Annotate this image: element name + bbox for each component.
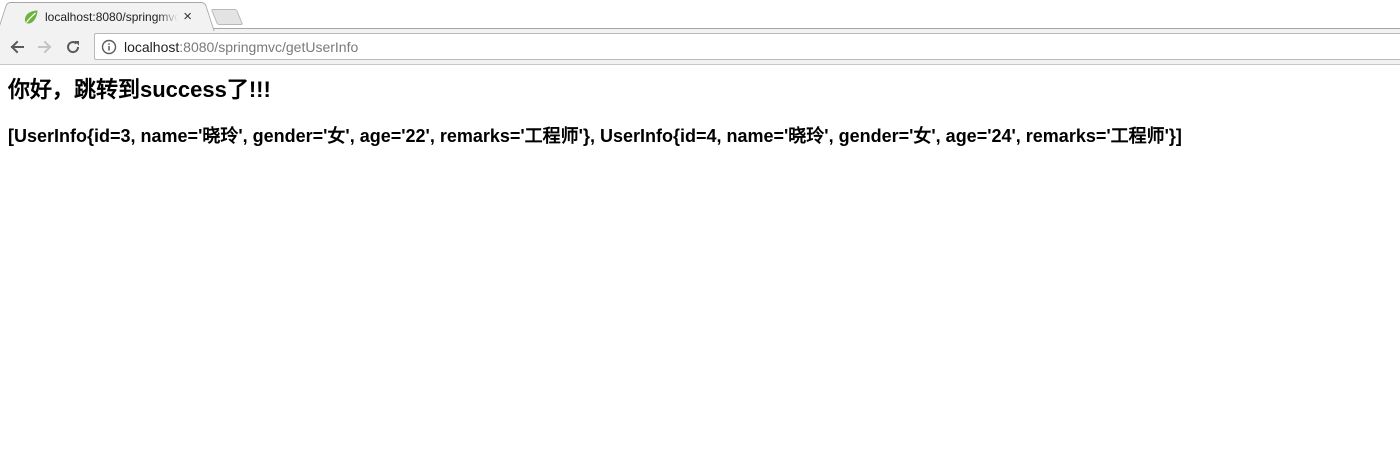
page-heading: 你好，跳转到success了!!! [8,77,271,102]
info-icon[interactable] [101,39,117,55]
forward-arrow-icon [38,40,52,53]
tab-title: localhost:8080/springmvc/getUserInfo [45,9,179,24]
reload-button[interactable] [60,34,86,60]
url-text[interactable]: localhost:8080/springmvc/getUserInfo [124,39,358,55]
user-info-list: [UserInfo{id=3, name='晓玲', gender='女', a… [8,126,1182,146]
new-tab-button[interactable] [210,9,244,25]
page-content: 你好，跳转到success了!!! [UserInfo{id=3, name='… [0,65,1400,158]
forward-button[interactable] [32,34,58,60]
url-host: localhost [124,38,180,55]
browser-tab[interactable]: localhost:8080/springmvc/getUserInfo × [8,2,204,30]
url-path: :8080/springmvc/getUserInfo [179,38,359,55]
address-bar[interactable]: localhost:8080/springmvc/getUserInfo [94,33,1400,60]
back-arrow-icon [10,40,24,53]
close-tab-icon[interactable]: × [182,8,193,25]
spring-leaf-icon [24,10,38,24]
reload-icon [67,40,80,53]
browser-toolbar: localhost:8080/springmvc/getUserInfo [0,29,1400,65]
back-button[interactable] [4,34,30,60]
tab-strip: localhost:8080/springmvc/getUserInfo × [0,0,1400,30]
